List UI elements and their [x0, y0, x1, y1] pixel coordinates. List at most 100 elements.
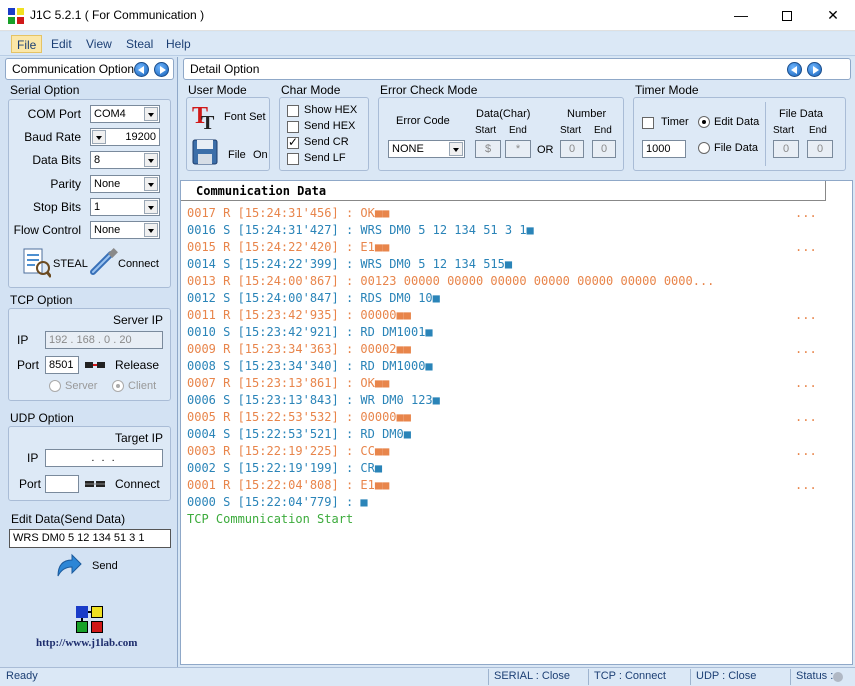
- or-label: OR: [537, 144, 554, 156]
- connector-icon: [85, 481, 105, 487]
- udp-option-label: UDP Option: [10, 411, 74, 425]
- data-end-input[interactable]: *: [505, 140, 531, 158]
- menu-view[interactable]: View: [81, 35, 117, 53]
- tcp-port-input[interactable]: 8501: [45, 356, 79, 374]
- stop-bits-value: 1: [94, 201, 101, 213]
- next-arrow-icon[interactable]: [807, 62, 822, 77]
- prev-arrow-icon[interactable]: [787, 62, 802, 77]
- next-arrow-icon[interactable]: [154, 62, 169, 77]
- file-on-button[interactable]: File On: [191, 138, 271, 168]
- menu-steal[interactable]: Steal: [121, 35, 158, 53]
- file-start-label: Start: [773, 125, 795, 136]
- show-hex-checkbox[interactable]: [287, 105, 299, 117]
- number-start-label: Start: [560, 125, 582, 136]
- communication-data-header: Communication Data: [181, 181, 825, 201]
- data-start-input[interactable]: $: [475, 140, 501, 158]
- communication-option-panel: Communication Option Serial Option COM P…: [0, 57, 178, 667]
- font-set-button[interactable]: T T Font Set: [191, 101, 271, 131]
- chevron-down-icon[interactable]: [144, 200, 158, 214]
- error-code-select[interactable]: NONE: [388, 140, 465, 158]
- client-radio[interactable]: [112, 380, 124, 392]
- baud-rate-select[interactable]: 19200: [90, 128, 160, 146]
- parity-select[interactable]: None: [90, 175, 160, 193]
- server-radio-label: Server: [65, 380, 98, 392]
- stop-bits-select[interactable]: 1: [90, 198, 160, 216]
- menu-edit[interactable]: Edit: [46, 35, 77, 53]
- log-line-more: ...: [795, 240, 817, 254]
- minimize-button[interactable]: —: [718, 0, 764, 31]
- status-divider: [488, 669, 489, 685]
- file-label: File: [228, 149, 246, 161]
- number-start-input[interactable]: 0: [560, 140, 584, 158]
- udp-port-input[interactable]: [45, 475, 79, 493]
- status-divider: [690, 669, 691, 685]
- menu-help[interactable]: Help: [161, 35, 196, 53]
- send-data-input[interactable]: WRS DM0 5 12 134 51 3 1: [9, 529, 171, 548]
- file-data-radio[interactable]: [698, 142, 710, 154]
- server-radio[interactable]: [49, 380, 61, 392]
- log-line: 0017 R [15:24:31'456] : OK■■: [187, 206, 390, 220]
- tcp-ip-input[interactable]: 192 . 168 . 0 . 20: [45, 331, 163, 349]
- chevron-down-icon[interactable]: [144, 153, 158, 167]
- status-tcp: TCP : Connect: [594, 670, 666, 682]
- timer-checkbox[interactable]: [642, 117, 654, 129]
- chevron-down-icon[interactable]: [144, 223, 158, 237]
- log-line: 0016 S [15:24:31'427] : WRS DM0 5 12 134…: [187, 223, 534, 237]
- j1lab-url[interactable]: http://www.j1lab.com: [36, 637, 137, 649]
- udp-connect-button[interactable]: Connect: [85, 476, 165, 494]
- title-bar: J1C 5.2.1 ( For Communication ) — ✕: [0, 0, 855, 31]
- flow-control-select[interactable]: None: [90, 221, 160, 239]
- data-bits-label: Data Bits: [32, 153, 81, 167]
- log-line: 0005 R [15:22:53'532] : 00000■■: [187, 410, 411, 424]
- serial-connect-button[interactable]: Connect: [89, 246, 169, 278]
- udp-ip-input[interactable]: . . .: [45, 449, 163, 467]
- maximize-button[interactable]: [764, 0, 810, 31]
- tcp-ip-label: IP: [17, 333, 29, 347]
- tcp-port-label: Port: [17, 358, 40, 372]
- status-ready: Ready: [6, 670, 38, 682]
- file-end-input[interactable]: 0: [807, 140, 833, 158]
- release-button[interactable]: Release: [85, 357, 165, 375]
- timer-interval-input[interactable]: 1000: [642, 140, 686, 158]
- flow-control-value: None: [94, 224, 121, 236]
- log-line-more: ...: [795, 342, 817, 356]
- plug-icon: [90, 248, 118, 275]
- file-start-input[interactable]: 0: [773, 140, 799, 158]
- serial-option-group: COM Port COM4 Baud Rate 19200 Data Bits …: [8, 99, 171, 288]
- flow-control-label: Flow Control: [13, 223, 81, 237]
- status-divider: [588, 669, 589, 685]
- send-lf-checkbox[interactable]: [287, 153, 299, 165]
- communication-data-log[interactable]: Communication Data 0017 R [15:24:31'456]…: [180, 180, 853, 665]
- com-port-select[interactable]: COM4: [90, 105, 160, 123]
- app-icon: [8, 8, 24, 24]
- status-serial: SERIAL : Close: [494, 670, 571, 682]
- data-bits-select[interactable]: 8: [90, 151, 160, 169]
- number-end-input[interactable]: 0: [592, 140, 616, 158]
- edit-data-radio[interactable]: [698, 116, 710, 128]
- baud-rate-value: 19200: [125, 131, 156, 143]
- send-hex-checkbox[interactable]: [287, 121, 299, 133]
- file-data-radio-label: File Data: [714, 142, 759, 154]
- chevron-down-icon[interactable]: [449, 142, 463, 156]
- menu-file[interactable]: File: [11, 35, 43, 53]
- steal-icon: [23, 248, 51, 278]
- log-line: 0013 R [15:24:00'867] : 00123 00000 0000…: [187, 274, 715, 288]
- send-button[interactable]: Send: [54, 552, 124, 582]
- log-line: 0004 S [15:22:53'521] : RD DM0■: [187, 427, 411, 441]
- send-cr-checkbox[interactable]: [287, 135, 299, 149]
- floppy-disk-icon: [192, 139, 218, 165]
- chevron-down-icon[interactable]: [144, 107, 158, 121]
- chevron-down-icon[interactable]: [92, 130, 106, 144]
- status-indicator-icon: [833, 672, 843, 682]
- send-lf-label: Send LF: [304, 152, 346, 164]
- prev-arrow-icon[interactable]: [134, 62, 149, 77]
- number-end-label: End: [594, 125, 612, 136]
- com-port-label: COM Port: [27, 107, 81, 121]
- close-button[interactable]: ✕: [810, 0, 855, 31]
- svg-text:T: T: [201, 112, 215, 131]
- log-line: 0006 S [15:23:13'843] : WR DM0 123■: [187, 393, 440, 407]
- log-line: 0012 S [15:24:00'847] : RDS DM0 10■: [187, 291, 440, 305]
- chevron-down-icon[interactable]: [144, 177, 158, 191]
- steal-button[interactable]: STEAL: [21, 246, 95, 278]
- send-label: Send: [92, 560, 118, 572]
